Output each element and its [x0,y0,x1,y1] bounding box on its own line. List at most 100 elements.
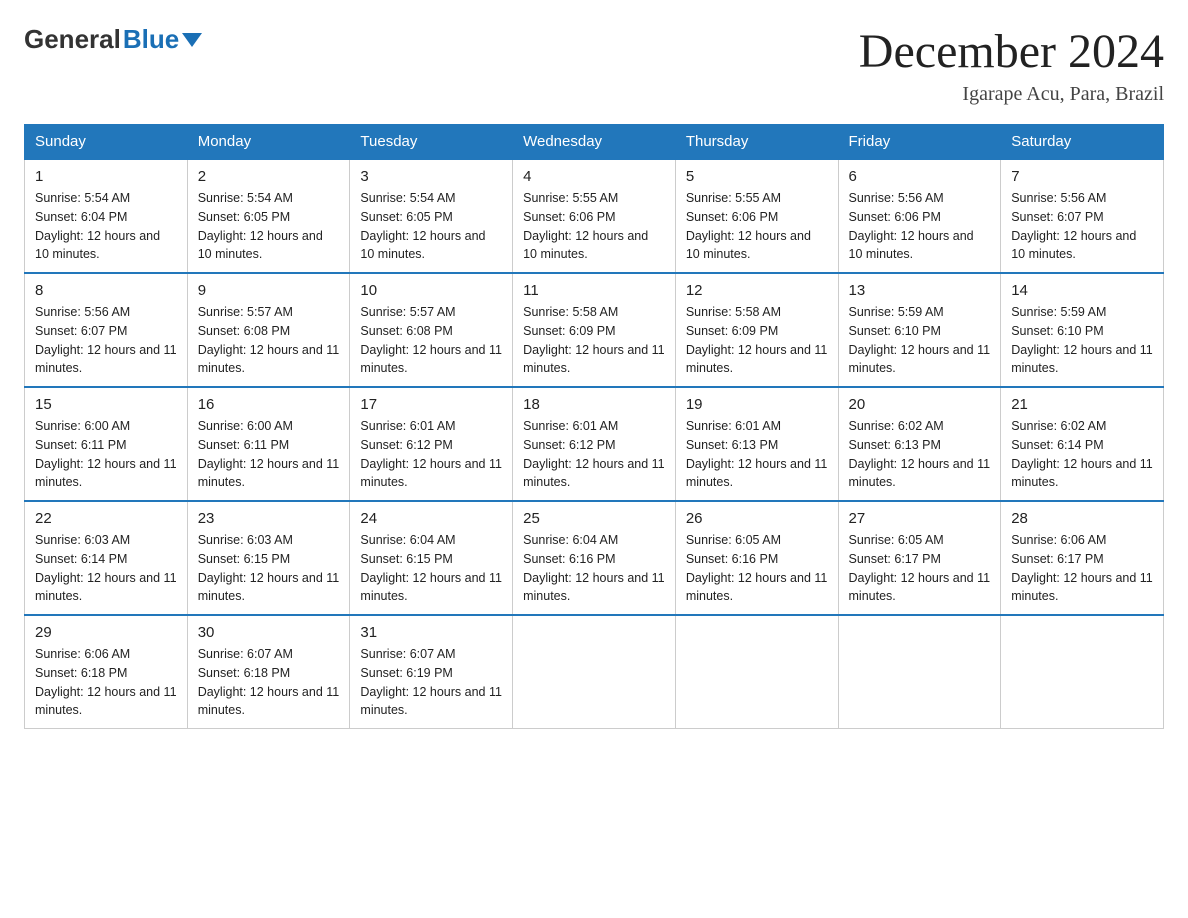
day-number: 24 [360,510,502,527]
page-header: General Blue December 2024 Igarape Acu, … [24,24,1164,106]
day-number: 27 [849,510,991,527]
day-info: Sunrise: 6:07 AMSunset: 6:18 PMDaylight:… [198,645,340,720]
calendar-header-wednesday: Wednesday [513,125,676,160]
calendar-header-row: SundayMondayTuesdayWednesdayThursdayFrid… [25,125,1164,160]
day-info: Sunrise: 6:06 AMSunset: 6:17 PMDaylight:… [1011,531,1153,606]
calendar-cell [838,615,1001,729]
calendar-cell: 26 Sunrise: 6:05 AMSunset: 6:16 PMDaylig… [675,501,838,615]
calendar-header-thursday: Thursday [675,125,838,160]
logo-triangle-icon [182,33,202,47]
calendar-cell: 17 Sunrise: 6:01 AMSunset: 6:12 PMDaylig… [350,387,513,501]
day-info: Sunrise: 6:01 AMSunset: 6:12 PMDaylight:… [360,417,502,492]
calendar-cell: 19 Sunrise: 6:01 AMSunset: 6:13 PMDaylig… [675,387,838,501]
calendar-cell: 20 Sunrise: 6:02 AMSunset: 6:13 PMDaylig… [838,387,1001,501]
day-number: 5 [686,168,828,185]
calendar-cell [513,615,676,729]
day-number: 29 [35,624,177,641]
day-info: Sunrise: 5:56 AMSunset: 6:07 PMDaylight:… [1011,189,1153,264]
calendar-cell [1001,615,1164,729]
header-right: December 2024 Igarape Acu, Para, Brazil [859,24,1164,106]
day-number: 4 [523,168,665,185]
day-info: Sunrise: 6:04 AMSunset: 6:16 PMDaylight:… [523,531,665,606]
day-info: Sunrise: 6:05 AMSunset: 6:17 PMDaylight:… [849,531,991,606]
logo: General Blue [24,24,202,55]
calendar-cell: 22 Sunrise: 6:03 AMSunset: 6:14 PMDaylig… [25,501,188,615]
month-title: December 2024 [859,24,1164,79]
location: Igarape Acu, Para, Brazil [859,83,1164,106]
calendar-cell: 14 Sunrise: 5:59 AMSunset: 6:10 PMDaylig… [1001,273,1164,387]
day-number: 12 [686,282,828,299]
calendar-cell: 31 Sunrise: 6:07 AMSunset: 6:19 PMDaylig… [350,615,513,729]
day-info: Sunrise: 5:56 AMSunset: 6:06 PMDaylight:… [849,189,991,264]
day-number: 8 [35,282,177,299]
day-info: Sunrise: 6:02 AMSunset: 6:13 PMDaylight:… [849,417,991,492]
day-number: 14 [1011,282,1153,299]
day-number: 26 [686,510,828,527]
day-number: 19 [686,396,828,413]
day-number: 17 [360,396,502,413]
calendar-cell: 11 Sunrise: 5:58 AMSunset: 6:09 PMDaylig… [513,273,676,387]
calendar-cell: 16 Sunrise: 6:00 AMSunset: 6:11 PMDaylig… [187,387,350,501]
calendar-week-row: 15 Sunrise: 6:00 AMSunset: 6:11 PMDaylig… [25,387,1164,501]
calendar-week-row: 8 Sunrise: 5:56 AMSunset: 6:07 PMDayligh… [25,273,1164,387]
day-number: 9 [198,282,340,299]
day-info: Sunrise: 6:02 AMSunset: 6:14 PMDaylight:… [1011,417,1153,492]
day-info: Sunrise: 5:59 AMSunset: 6:10 PMDaylight:… [849,303,991,378]
day-info: Sunrise: 6:04 AMSunset: 6:15 PMDaylight:… [360,531,502,606]
day-number: 1 [35,168,177,185]
day-info: Sunrise: 6:01 AMSunset: 6:13 PMDaylight:… [686,417,828,492]
calendar-header-saturday: Saturday [1001,125,1164,160]
day-info: Sunrise: 6:05 AMSunset: 6:16 PMDaylight:… [686,531,828,606]
day-info: Sunrise: 6:03 AMSunset: 6:14 PMDaylight:… [35,531,177,606]
day-number: 10 [360,282,502,299]
day-info: Sunrise: 5:57 AMSunset: 6:08 PMDaylight:… [198,303,340,378]
day-number: 21 [1011,396,1153,413]
day-info: Sunrise: 6:03 AMSunset: 6:15 PMDaylight:… [198,531,340,606]
day-info: Sunrise: 6:00 AMSunset: 6:11 PMDaylight:… [198,417,340,492]
calendar-cell: 24 Sunrise: 6:04 AMSunset: 6:15 PMDaylig… [350,501,513,615]
day-number: 30 [198,624,340,641]
logo-blue-part: Blue [123,24,202,55]
day-info: Sunrise: 6:00 AMSunset: 6:11 PMDaylight:… [35,417,177,492]
day-info: Sunrise: 5:55 AMSunset: 6:06 PMDaylight:… [523,189,665,264]
calendar-header-monday: Monday [187,125,350,160]
calendar-cell: 29 Sunrise: 6:06 AMSunset: 6:18 PMDaylig… [25,615,188,729]
day-info: Sunrise: 5:57 AMSunset: 6:08 PMDaylight:… [360,303,502,378]
calendar-cell: 23 Sunrise: 6:03 AMSunset: 6:15 PMDaylig… [187,501,350,615]
day-number: 22 [35,510,177,527]
calendar-cell: 2 Sunrise: 5:54 AMSunset: 6:05 PMDayligh… [187,159,350,273]
calendar-cell: 8 Sunrise: 5:56 AMSunset: 6:07 PMDayligh… [25,273,188,387]
calendar-cell: 9 Sunrise: 5:57 AMSunset: 6:08 PMDayligh… [187,273,350,387]
calendar-cell: 10 Sunrise: 5:57 AMSunset: 6:08 PMDaylig… [350,273,513,387]
calendar-header-friday: Friday [838,125,1001,160]
calendar-cell: 15 Sunrise: 6:00 AMSunset: 6:11 PMDaylig… [25,387,188,501]
logo-general-text: General [24,24,121,55]
day-number: 3 [360,168,502,185]
day-info: Sunrise: 6:07 AMSunset: 6:19 PMDaylight:… [360,645,502,720]
day-info: Sunrise: 5:54 AMSunset: 6:04 PMDaylight:… [35,189,177,264]
calendar-cell: 25 Sunrise: 6:04 AMSunset: 6:16 PMDaylig… [513,501,676,615]
day-info: Sunrise: 5:58 AMSunset: 6:09 PMDaylight:… [523,303,665,378]
calendar-cell: 3 Sunrise: 5:54 AMSunset: 6:05 PMDayligh… [350,159,513,273]
calendar-week-row: 1 Sunrise: 5:54 AMSunset: 6:04 PMDayligh… [25,159,1164,273]
day-info: Sunrise: 5:54 AMSunset: 6:05 PMDaylight:… [198,189,340,264]
calendar-cell: 27 Sunrise: 6:05 AMSunset: 6:17 PMDaylig… [838,501,1001,615]
day-info: Sunrise: 5:56 AMSunset: 6:07 PMDaylight:… [35,303,177,378]
calendar-cell: 21 Sunrise: 6:02 AMSunset: 6:14 PMDaylig… [1001,387,1164,501]
calendar-cell: 4 Sunrise: 5:55 AMSunset: 6:06 PMDayligh… [513,159,676,273]
calendar-cell: 1 Sunrise: 5:54 AMSunset: 6:04 PMDayligh… [25,159,188,273]
calendar-table: SundayMondayTuesdayWednesdayThursdayFrid… [24,124,1164,729]
calendar-cell: 13 Sunrise: 5:59 AMSunset: 6:10 PMDaylig… [838,273,1001,387]
day-info: Sunrise: 5:59 AMSunset: 6:10 PMDaylight:… [1011,303,1153,378]
day-number: 7 [1011,168,1153,185]
day-number: 2 [198,168,340,185]
calendar-cell: 6 Sunrise: 5:56 AMSunset: 6:06 PMDayligh… [838,159,1001,273]
day-number: 23 [198,510,340,527]
calendar-cell: 28 Sunrise: 6:06 AMSunset: 6:17 PMDaylig… [1001,501,1164,615]
day-number: 18 [523,396,665,413]
day-info: Sunrise: 6:06 AMSunset: 6:18 PMDaylight:… [35,645,177,720]
day-number: 11 [523,282,665,299]
day-info: Sunrise: 6:01 AMSunset: 6:12 PMDaylight:… [523,417,665,492]
day-number: 25 [523,510,665,527]
day-info: Sunrise: 5:55 AMSunset: 6:06 PMDaylight:… [686,189,828,264]
